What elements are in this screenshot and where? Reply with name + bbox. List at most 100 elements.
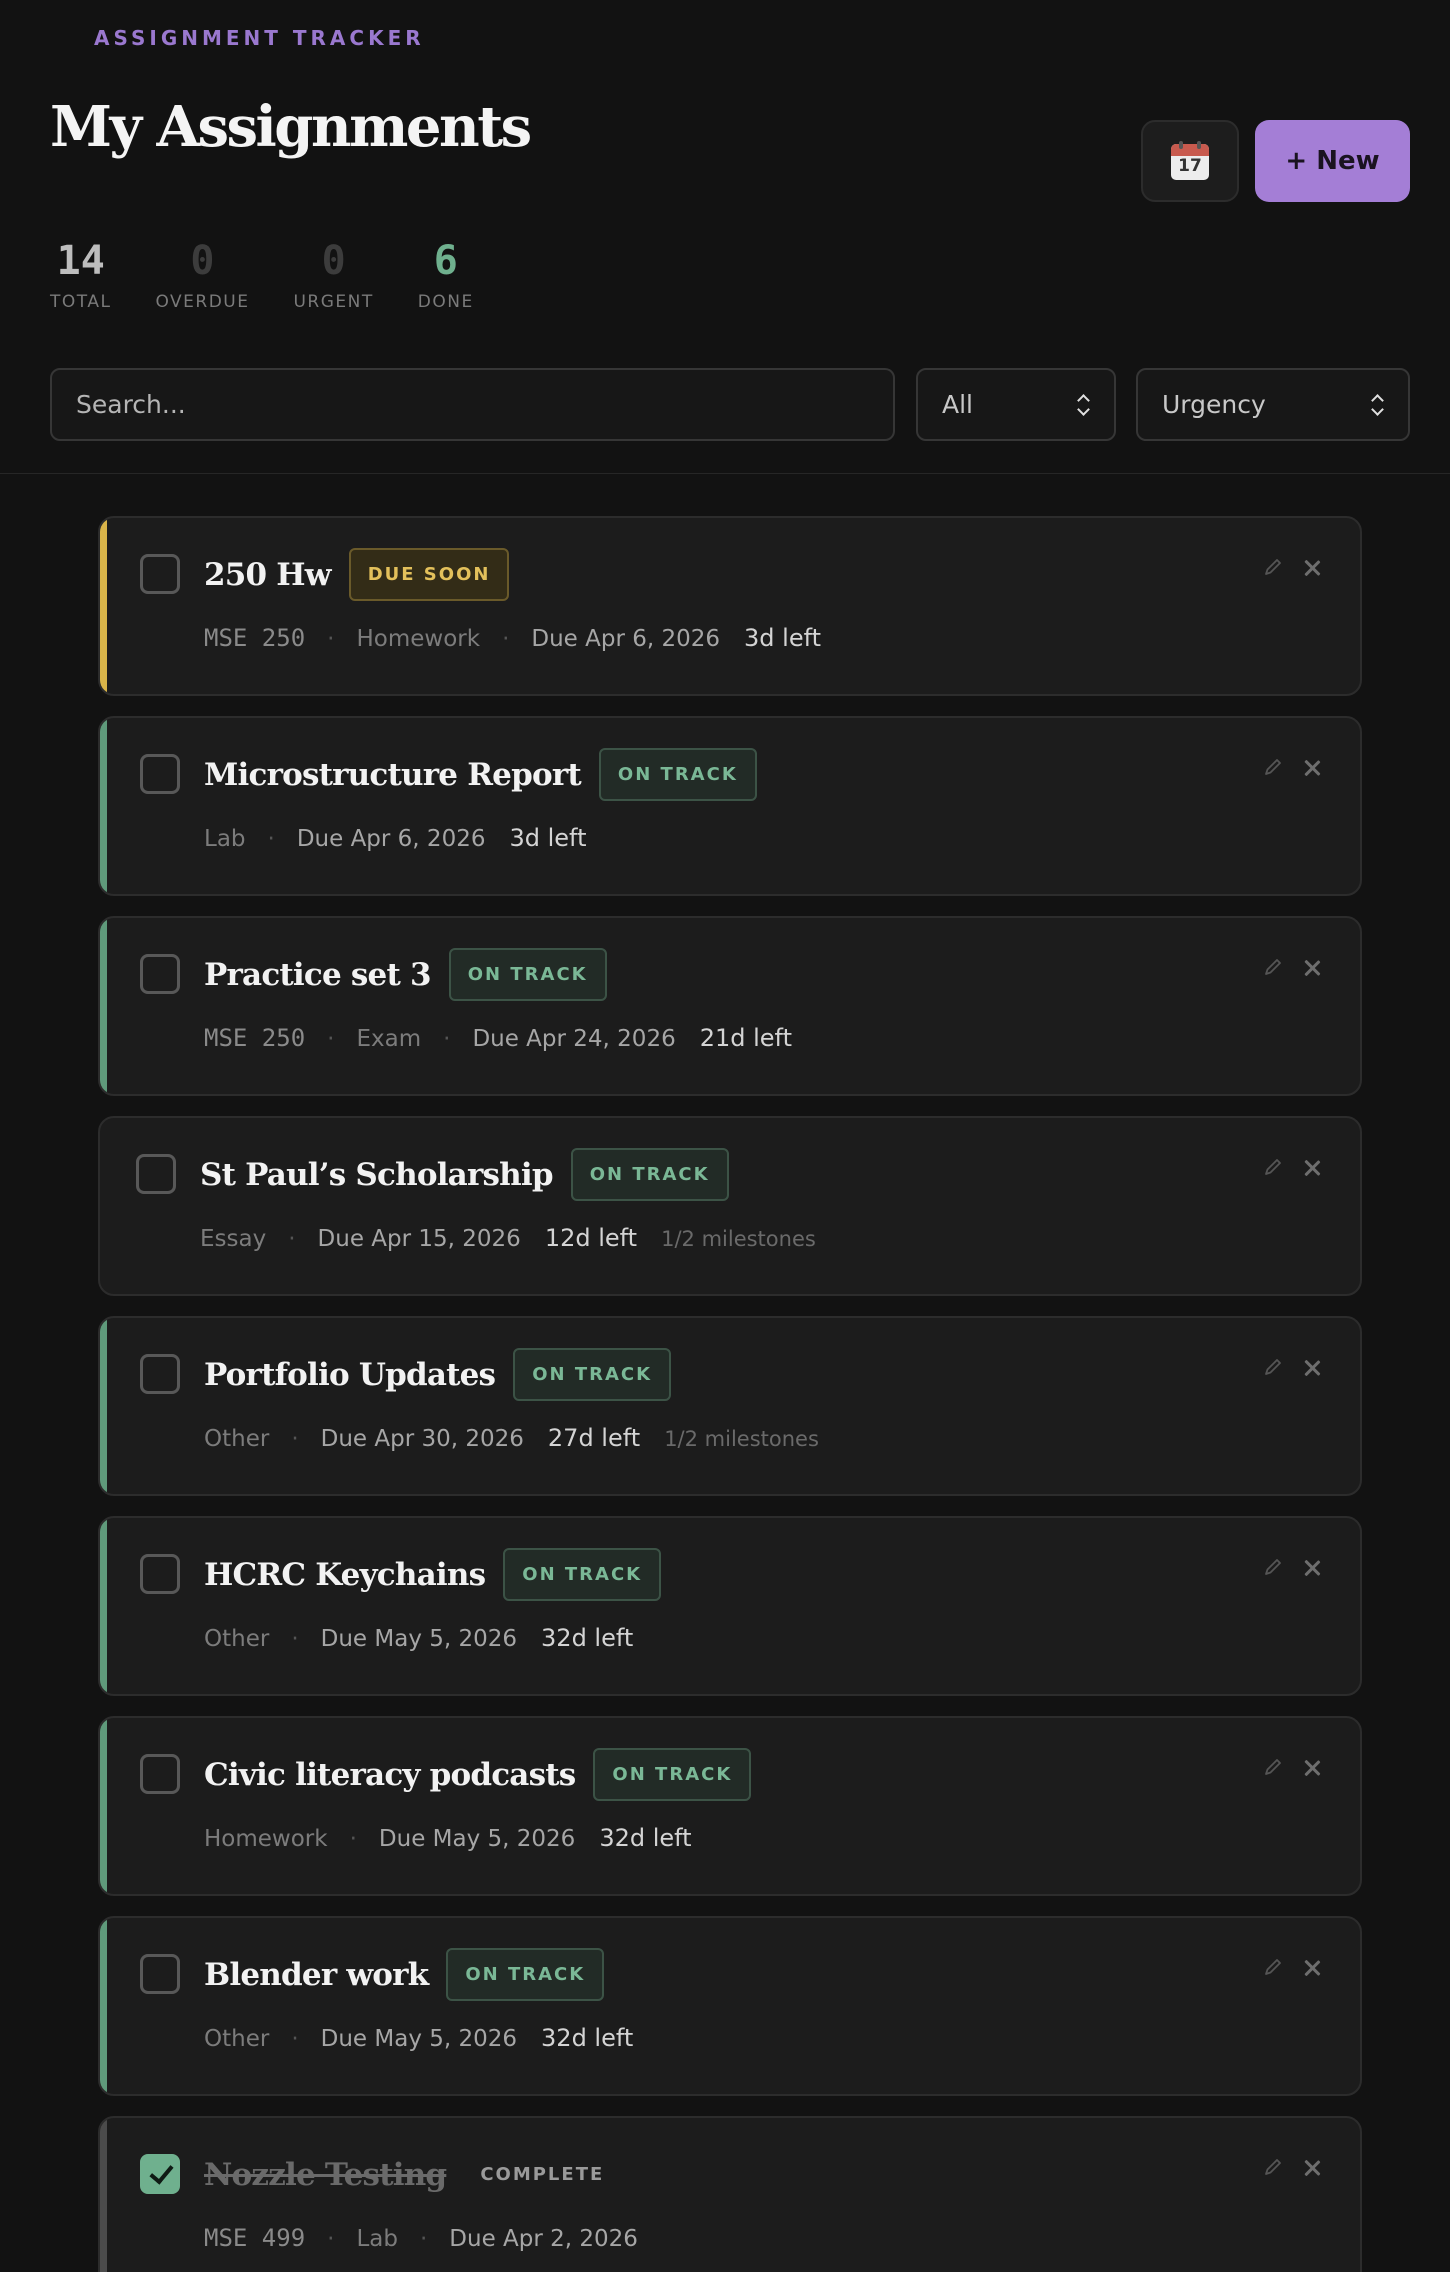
time-left: 27d left [547, 1424, 641, 1452]
meta-separator: · [291, 2026, 299, 2052]
stat-urgent: 0 URGENT [293, 236, 373, 312]
time-left: 3d left [744, 624, 822, 652]
meta-separator: · [327, 626, 335, 652]
edit-icon[interactable] [1260, 1954, 1286, 1980]
assignment-title: St Paul’s Scholarship [200, 1156, 554, 1193]
edit-icon[interactable] [1260, 1554, 1286, 1580]
status-badge: ON TRACK [448, 948, 607, 1001]
close-icon[interactable] [1300, 956, 1324, 980]
sort-value: Urgency [1162, 390, 1266, 419]
assignment-card[interactable]: Nozzle Testing COMPLETE MSE 499 · Lab · … [98, 2116, 1362, 2272]
complete-checkbox[interactable] [140, 954, 180, 994]
stat-value: 14 [56, 238, 105, 284]
milestones: 1/2 milestones [664, 1427, 819, 1451]
page-title: My Assignments [50, 94, 532, 160]
assignment-title: 250 Hw [204, 556, 331, 593]
complete-checkbox[interactable] [140, 2154, 180, 2194]
course-code: MSE 499 [204, 2224, 306, 2252]
assignment-card[interactable]: St Paul’s Scholarship ON TRACK Essay · D… [98, 1116, 1362, 1296]
status-filter-select[interactable]: All [916, 368, 1116, 441]
time-left: 12d left [544, 1224, 638, 1252]
urgency-accent [100, 1718, 107, 1894]
stat-label: URGENT [293, 292, 374, 312]
assignment-card[interactable]: Portfolio Updates ON TRACK Other · Due A… [98, 1316, 1362, 1496]
app-label: ASSIGNMENT TRACKER [94, 26, 425, 50]
urgency-accent [100, 1518, 107, 1694]
status-badge: ON TRACK [446, 1948, 605, 2001]
stat-label: DONE [417, 292, 474, 312]
edit-icon[interactable] [1260, 954, 1286, 980]
time-left: 32d left [541, 2024, 634, 2052]
status-badge: COMPLETE [480, 2164, 605, 2185]
close-icon[interactable] [1300, 1356, 1324, 1380]
close-icon[interactable] [1300, 1956, 1324, 1980]
assignment-card[interactable]: Practice set 3 ON TRACK MSE 250 · Exam ·… [98, 916, 1362, 1096]
due-date: Due May 5, 2026 [378, 1826, 576, 1852]
calendar-icon: 17 [1171, 141, 1209, 180]
edit-icon[interactable] [1260, 2154, 1286, 2180]
assignment-title: Nozzle Testing [204, 2156, 447, 2193]
edit-icon[interactable] [1260, 754, 1286, 780]
assignment-card[interactable]: Civic literacy podcasts ON TRACK Homewor… [98, 1716, 1362, 1896]
assignment-title: Blender work [204, 1956, 429, 1993]
complete-checkbox[interactable] [140, 1754, 180, 1794]
edit-icon[interactable] [1260, 1354, 1286, 1380]
divider [0, 473, 1450, 474]
stat-total: 14 TOTAL [50, 236, 111, 312]
complete-checkbox[interactable] [140, 554, 180, 594]
due-date: Due Apr 24, 2026 [472, 1026, 676, 1052]
assignment-card[interactable]: Blender work ON TRACK Other · Due May 5,… [98, 1916, 1362, 2096]
due-date: Due Apr 30, 2026 [320, 1426, 524, 1452]
assignment-card[interactable]: HCRC Keychains ON TRACK Other · Due May … [98, 1516, 1362, 1696]
stat-label: TOTAL [50, 292, 112, 312]
close-icon[interactable] [1300, 2156, 1324, 2180]
milestones: 1/2 milestones [661, 1227, 816, 1251]
close-icon[interactable] [1300, 756, 1324, 780]
urgency-accent [100, 2118, 107, 2272]
status-filter-value: All [942, 390, 973, 419]
chevron-updown-icon [1076, 393, 1090, 417]
urgency-accent [100, 918, 107, 1094]
assignment-type: Homework [204, 1826, 328, 1852]
calendar-day: 17 [1178, 156, 1202, 176]
complete-checkbox[interactable] [140, 1354, 180, 1394]
meta-separator: · [349, 1826, 357, 1852]
edit-icon[interactable] [1260, 554, 1286, 580]
search-input[interactable] [50, 368, 895, 441]
assignment-card[interactable]: Microstructure Report ON TRACK Lab · Due… [98, 716, 1362, 896]
course-code: MSE 250 [204, 1024, 306, 1052]
meta-separator: · [502, 626, 510, 652]
assignment-type: Essay [200, 1226, 267, 1252]
urgency-accent [100, 1918, 107, 2094]
complete-checkbox[interactable] [136, 1154, 176, 1194]
sort-select[interactable]: Urgency [1136, 368, 1410, 441]
assignment-title: HCRC Keychains [204, 1556, 486, 1593]
assignment-type: Lab [356, 2226, 398, 2252]
assignment-card[interactable]: 250 Hw DUE SOON MSE 250 · Homework · Due… [98, 516, 1362, 696]
stat-label: OVERDUE [155, 292, 250, 312]
complete-checkbox[interactable] [140, 754, 180, 794]
status-badge: ON TRACK [570, 1148, 729, 1201]
meta-separator: · [327, 1026, 335, 1052]
close-icon[interactable] [1300, 1156, 1324, 1180]
assignment-type: Lab [204, 826, 246, 852]
assignment-type: Exam [356, 1026, 422, 1052]
meta-separator: · [267, 826, 275, 852]
complete-checkbox[interactable] [140, 1954, 180, 1994]
meta-separator: · [291, 1426, 299, 1452]
close-icon[interactable] [1300, 1556, 1324, 1580]
meta-separator: · [443, 1026, 451, 1052]
edit-icon[interactable] [1260, 1754, 1286, 1780]
assignment-list: 250 Hw DUE SOON MSE 250 · Homework · Due… [98, 516, 1362, 2272]
due-date: Due May 5, 2026 [320, 2026, 518, 2052]
meta-separator: · [291, 1626, 299, 1652]
edit-icon[interactable] [1260, 1154, 1286, 1180]
meta-separator: · [419, 2226, 428, 2252]
status-badge: DUE SOON [348, 548, 510, 601]
close-icon[interactable] [1300, 1756, 1324, 1780]
calendar-button[interactable]: 17 [1141, 120, 1239, 202]
chevron-updown-icon [1370, 393, 1384, 417]
new-assignment-button[interactable]: + New [1255, 120, 1410, 202]
complete-checkbox[interactable] [140, 1554, 180, 1594]
close-icon[interactable] [1300, 556, 1324, 580]
